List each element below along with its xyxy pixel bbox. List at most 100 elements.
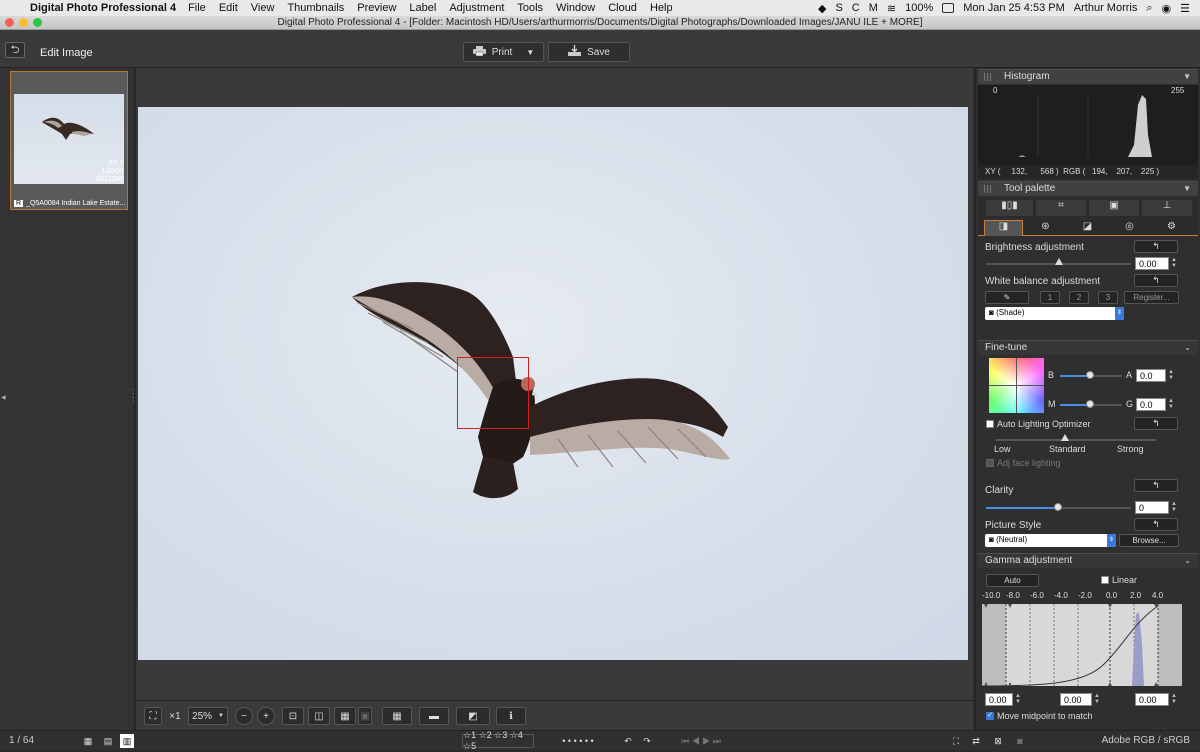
- brightness-stepper-icon[interactable]: ▲ ▼: [1171, 257, 1177, 270]
- menu-thumbnails[interactable]: Thumbnails: [287, 2, 344, 14]
- fit-to-window-button[interactable]: ⛶: [144, 707, 162, 725]
- rating-stars[interactable]: ☆1 ☆2 ☆3 ☆4 ☆5: [462, 730, 534, 751]
- splitter-handle[interactable]: · · · ·: [132, 386, 135, 406]
- tab-settings-gear-icon[interactable]: ⚙: [1152, 221, 1191, 235]
- wb-register-button[interactable]: Register...: [1124, 291, 1179, 304]
- gamma-auto-button[interactable]: Auto: [986, 574, 1039, 587]
- auto-lighting-reset-button[interactable]: ↰: [1134, 417, 1178, 430]
- menu-app-name[interactable]: Digital Photo Professional 4: [30, 2, 176, 14]
- chevron-double-down-icon[interactable]: ⌄: [1184, 554, 1191, 568]
- single-view-icon[interactable]: ▥: [120, 734, 134, 748]
- white-balance-reset-button[interactable]: ↰: [1134, 274, 1178, 287]
- menu-adjustment[interactable]: Adjustment: [449, 2, 504, 14]
- rotate-left-icon[interactable]: ↶: [621, 734, 635, 748]
- menu-help[interactable]: Help: [650, 2, 673, 14]
- actual-size-button[interactable]: ×1: [164, 707, 186, 725]
- gamma-right-stepper-icon[interactable]: ▲ ▼: [1171, 693, 1177, 706]
- notification-center-icon[interactable]: ☰: [1180, 2, 1190, 15]
- clarity-stepper-icon[interactable]: ▲ ▼: [1171, 501, 1177, 514]
- tab-basic-adjust-icon[interactable]: ▮▯▮: [986, 200, 1033, 216]
- menu-label[interactable]: Label: [409, 2, 436, 14]
- zoom-in-button[interactable]: +: [257, 707, 275, 725]
- picture-style-select[interactable]: ◙ (Neutral) ⇕: [985, 534, 1116, 547]
- fine-tune-a-value[interactable]: 0.0: [1136, 369, 1166, 382]
- gamma-linear-checkbox[interactable]: [1101, 576, 1109, 584]
- sync-button[interactable]: ▣: [358, 707, 372, 725]
- zoom-select[interactable]: 25% ▼: [188, 707, 228, 725]
- picture-style-reset-button[interactable]: ↰: [1134, 518, 1178, 531]
- chevron-down-icon[interactable]: ▼: [1183, 182, 1191, 196]
- crop-view-icon[interactable]: ⊠: [990, 734, 1006, 748]
- histogram-header[interactable]: Histogram ▼: [978, 69, 1198, 84]
- tab-curve-icon[interactable]: ◪: [1068, 221, 1107, 235]
- picture-style-browse-button[interactable]: Browse...: [1119, 534, 1179, 547]
- back-button[interactable]: ⮌: [5, 42, 25, 58]
- left-panel-collapse-icon[interactable]: ◀: [1, 394, 6, 401]
- auto-lighting-slider-knob[interactable]: [1061, 434, 1069, 441]
- g-stepper-icon[interactable]: ▲ ▼: [1168, 398, 1174, 411]
- fullscreen-icon[interactable]: ⛶: [948, 734, 964, 748]
- menu-file[interactable]: File: [188, 2, 206, 14]
- wb-preset-1-button[interactable]: 1: [1040, 291, 1060, 304]
- menu-cloud[interactable]: Cloud: [608, 2, 637, 14]
- flip-icon[interactable]: ⇄: [968, 734, 984, 748]
- gamma-mid-value[interactable]: 0.00: [1060, 693, 1092, 706]
- siri-icon[interactable]: ◉: [1162, 2, 1172, 15]
- battery-percent[interactable]: 100%: [905, 2, 933, 14]
- clarity-reset-button[interactable]: ↰: [1134, 479, 1178, 492]
- nav-arrows-icon[interactable]: ⏮ ◀ ▶ ⏭: [664, 734, 738, 748]
- save-button[interactable]: Save: [548, 42, 630, 62]
- c-status-icon[interactable]: C: [852, 2, 860, 14]
- main-photo[interactable]: [138, 107, 968, 660]
- spotlight-search-icon[interactable]: ⌕: [1146, 2, 1152, 15]
- print-button[interactable]: Print ▼: [463, 42, 544, 62]
- mg-slider-knob[interactable]: [1086, 400, 1094, 408]
- brightness-slider-knob[interactable]: [1054, 258, 1063, 265]
- ba-slider-knob[interactable]: [1086, 371, 1094, 379]
- gamma-mid-stepper-icon[interactable]: ▲ ▼: [1094, 693, 1100, 706]
- gamma-graph[interactable]: [981, 604, 1182, 687]
- auto-lighting-slider-track[interactable]: [996, 439, 1156, 441]
- auto-lighting-checkbox[interactable]: [986, 420, 994, 428]
- a-stepper-icon[interactable]: ▲ ▼: [1168, 369, 1174, 382]
- move-midpoint-checkbox[interactable]: ✓: [986, 712, 994, 720]
- wb-preset-3-button[interactable]: 3: [1098, 291, 1118, 304]
- fine-tune-header[interactable]: Fine-tune ⌄: [978, 340, 1198, 355]
- battery-icon[interactable]: [942, 3, 955, 13]
- gamma-right-value[interactable]: 0.00: [1135, 693, 1169, 706]
- compare-button[interactable]: ◫: [308, 707, 330, 725]
- info-button[interactable]: ℹ: [496, 707, 526, 725]
- dropbox-icon[interactable]: ◆: [818, 2, 826, 15]
- tool-palette-header[interactable]: Tool palette ▼: [978, 181, 1198, 196]
- menu-preview[interactable]: Preview: [357, 2, 396, 14]
- grid-button[interactable]: ▦: [382, 707, 412, 725]
- grid-view-icon[interactable]: ▦: [82, 734, 94, 748]
- menu-window[interactable]: Window: [556, 2, 595, 14]
- white-balance-eyedropper-button[interactable]: ✎: [985, 291, 1029, 304]
- camera-icon[interactable]: ◙: [1012, 734, 1028, 748]
- gamma-left-stepper-icon[interactable]: ▲ ▼: [1015, 693, 1021, 706]
- menubar-clock[interactable]: Mon Jan 25 4:53 PM: [963, 2, 1065, 14]
- window-minimize-button[interactable]: [19, 18, 28, 27]
- wifi-icon[interactable]: ≋: [887, 2, 896, 15]
- rotate-right-icon[interactable]: ↷: [640, 734, 654, 748]
- window-close-button[interactable]: [5, 18, 14, 27]
- menu-edit[interactable]: Edit: [219, 2, 238, 14]
- menubar-user[interactable]: Arthur Morris: [1074, 2, 1138, 14]
- m-status-icon[interactable]: M: [869, 2, 878, 14]
- gamma-header[interactable]: Gamma adjustment ⌄: [978, 553, 1198, 568]
- fine-tune-color-grid[interactable]: [989, 358, 1044, 413]
- clarity-slider-knob[interactable]: [1054, 503, 1062, 511]
- menu-view[interactable]: View: [251, 2, 275, 14]
- menu-tools[interactable]: Tools: [517, 2, 543, 14]
- s-status-icon[interactable]: S: [835, 2, 842, 14]
- af-point-button[interactable]: ⊡: [282, 707, 304, 725]
- tab-exposure-icon[interactable]: ◨: [984, 220, 1023, 236]
- window-zoom-button[interactable]: [33, 18, 42, 27]
- label-dots[interactable]: • • • • • •: [542, 734, 614, 748]
- adj-face-lighting-checkbox[interactable]: [986, 459, 994, 467]
- wb-preset-2-button[interactable]: 2: [1069, 291, 1089, 304]
- tab-stamp-icon[interactable]: ⊥: [1142, 200, 1192, 216]
- fine-tune-g-value[interactable]: 0.0: [1136, 398, 1166, 411]
- tab-crop-icon[interactable]: ⌗: [1036, 200, 1086, 216]
